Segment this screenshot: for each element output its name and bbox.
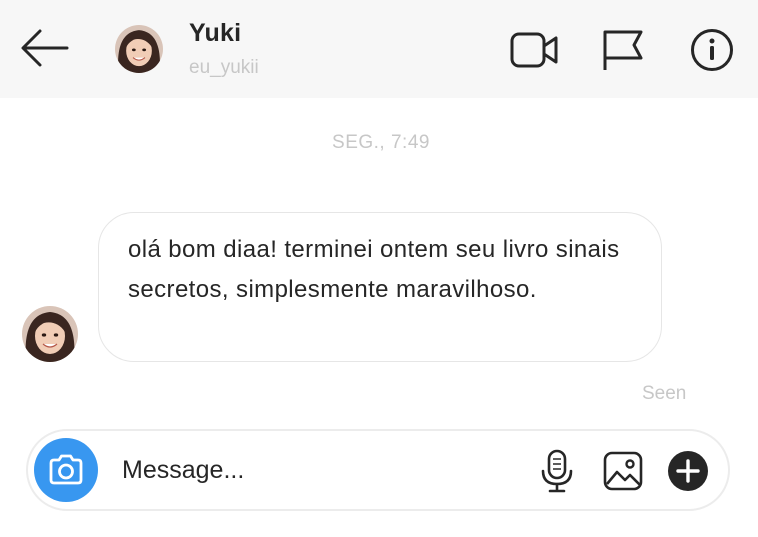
microphone-icon (541, 449, 573, 493)
profile-photo (22, 306, 78, 362)
message-input[interactable] (122, 449, 502, 491)
camera-button[interactable] (34, 438, 98, 502)
camera-icon (49, 454, 83, 485)
gallery-button[interactable] (602, 449, 644, 493)
image-gallery-icon (603, 451, 643, 491)
info-icon (691, 29, 733, 71)
voice-message-button[interactable] (536, 449, 578, 493)
conversation-info-button[interactable] (688, 28, 736, 72)
flag-icon (603, 30, 643, 70)
arrow-left-icon (21, 29, 69, 67)
video-camera-icon (510, 32, 558, 68)
message-timestamp: SEG., 7:49 (332, 132, 430, 153)
direct-message-screen: Yuki eu_yukii SEG., 7:49 olá bom diaa! t… (0, 0, 758, 537)
profile-photo (115, 25, 163, 73)
report-button[interactable] (600, 28, 648, 72)
contact-name[interactable]: Yuki (189, 19, 241, 48)
more-options-button[interactable] (666, 449, 708, 493)
back-button[interactable] (18, 26, 70, 70)
video-call-button[interactable] (510, 28, 558, 72)
chat-header: Yuki eu_yukii (0, 0, 758, 98)
sender-avatar[interactable] (22, 306, 78, 362)
message-bubble[interactable]: olá bom diaa! terminei ontem seu livro s… (98, 212, 662, 362)
plus-icon (668, 451, 708, 491)
contact-username: eu_yukii (189, 57, 259, 78)
seen-indicator: Seen (642, 383, 687, 404)
header-avatar[interactable] (115, 25, 163, 73)
message-composer (26, 429, 730, 511)
